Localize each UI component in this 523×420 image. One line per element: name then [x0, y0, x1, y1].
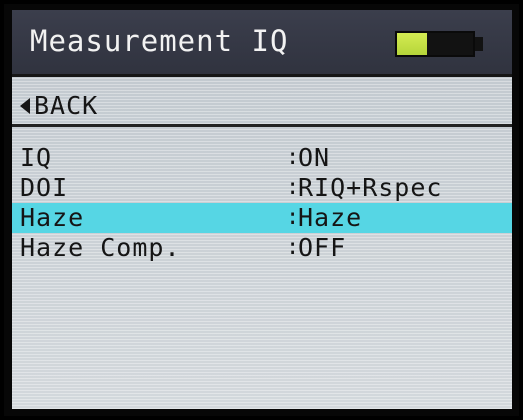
menu-item-value: OFF: [298, 233, 347, 262]
left-arrow-icon: [20, 97, 30, 114]
device-screen: Measurement IQ BACK IQ : ON DOI : RIQ+Rs…: [4, 4, 519, 416]
divider: [12, 124, 512, 127]
menu-item-iq[interactable]: IQ : ON: [12, 143, 512, 173]
battery-tip: [475, 37, 483, 51]
battery-level-fill: [397, 33, 428, 55]
menu-item-haze-comp[interactable]: Haze Comp. : OFF: [12, 233, 512, 263]
back-button[interactable]: BACK: [20, 91, 98, 120]
screen-title: Measurement IQ: [30, 24, 289, 58]
menu-item-label: DOI: [20, 173, 69, 202]
menu-panel: BACK IQ : ON DOI : RIQ+Rspec Haze : Haze…: [12, 77, 512, 409]
menu-item-value: ON: [298, 143, 331, 172]
back-label: BACK: [34, 91, 99, 120]
menu-item-value: Haze: [298, 203, 363, 232]
menu-item-label: IQ: [20, 143, 53, 172]
battery-icon: [395, 31, 475, 57]
menu-item-label: Haze: [20, 203, 85, 232]
menu-item-value: RIQ+Rspec: [298, 173, 443, 202]
menu-item-haze[interactable]: Haze : Haze: [12, 203, 512, 233]
menu-item-doi[interactable]: DOI : RIQ+Rspec: [12, 173, 512, 203]
menu-item-label: Haze Comp.: [20, 233, 181, 262]
